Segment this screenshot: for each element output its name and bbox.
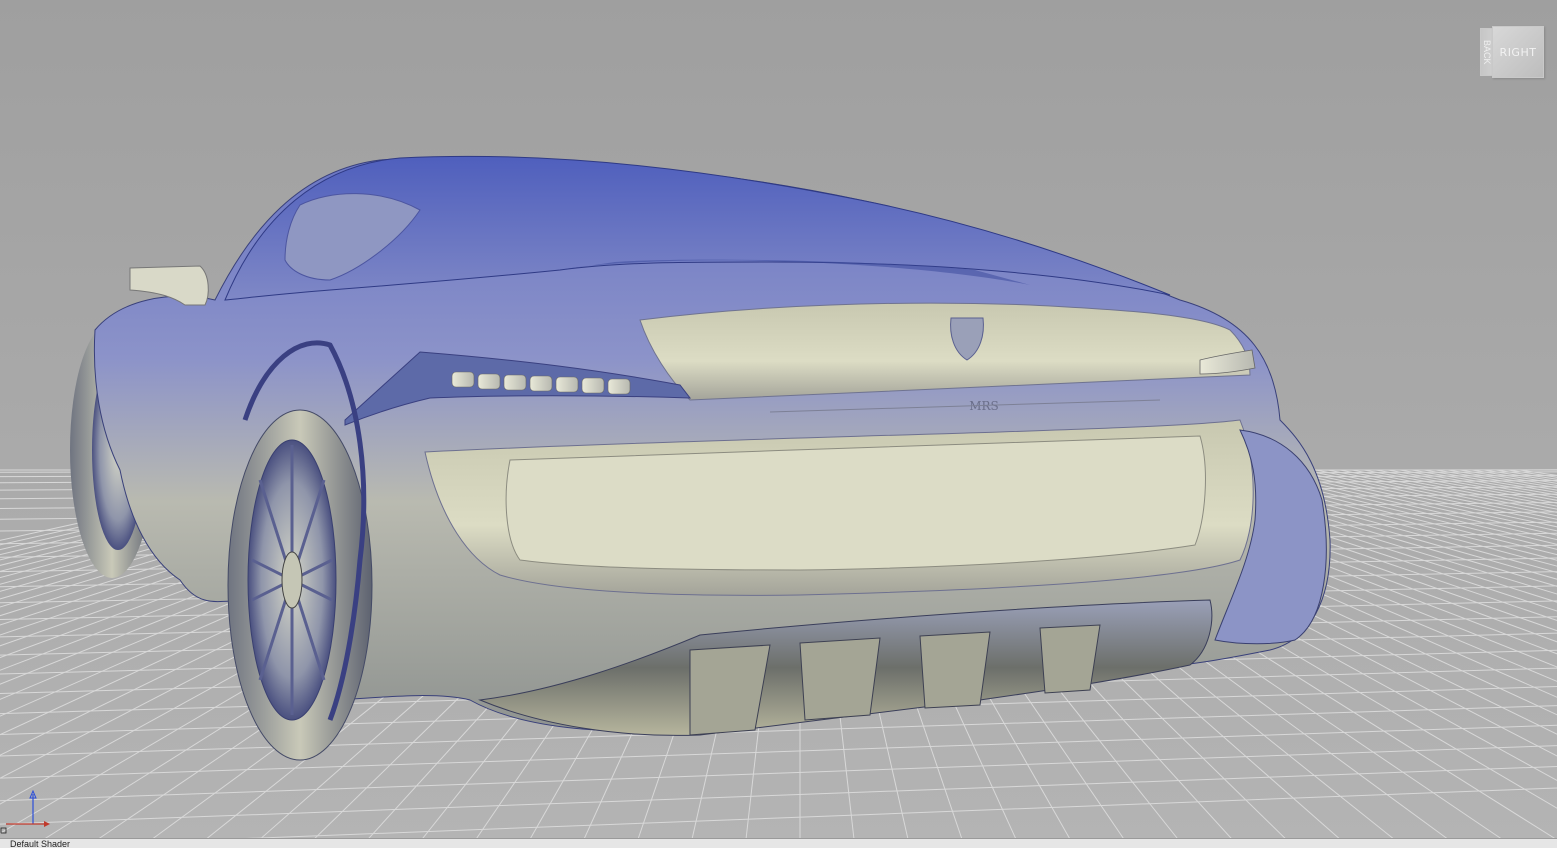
status-bar: Default Shader xyxy=(0,838,1557,848)
license-plate-recess xyxy=(505,435,1206,571)
car-model[interactable]: MRS xyxy=(70,155,1331,761)
view-cube-right-face[interactable]: RIGHT xyxy=(1492,26,1544,78)
xyz-axis-icon xyxy=(0,790,50,834)
status-bar-text: Default Shader xyxy=(10,839,71,848)
3d-viewport[interactable]: MRS BACK RIGHT Default Shader xyxy=(0,0,1557,848)
scene-canvas[interactable]: MRS xyxy=(0,0,1557,848)
view-cube[interactable]: BACK RIGHT xyxy=(1478,20,1548,80)
